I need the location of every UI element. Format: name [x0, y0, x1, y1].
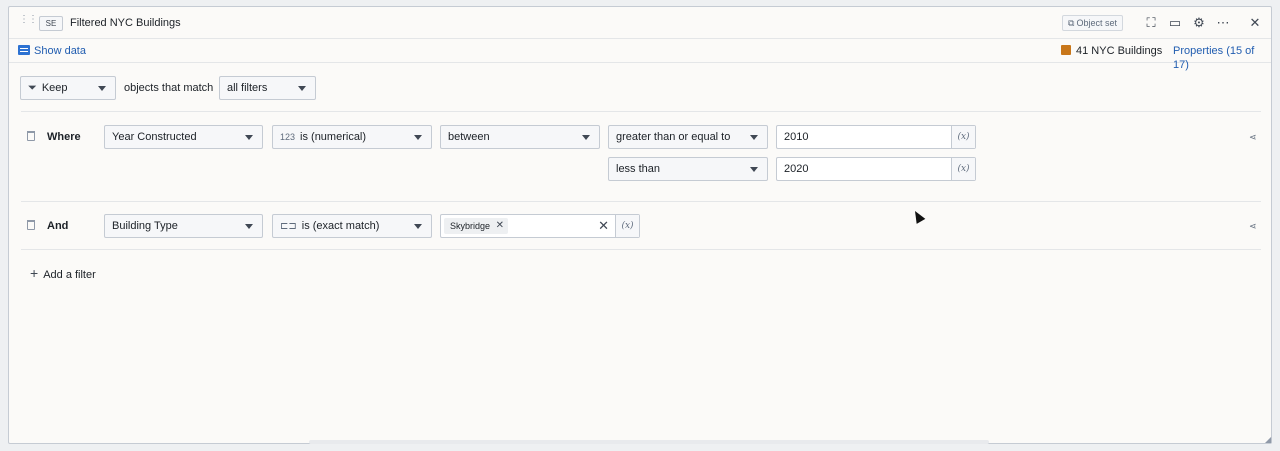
comparator-value: greater than or equal to [616, 131, 731, 143]
chevron-down-icon [582, 135, 590, 140]
variable-button[interactable]: (x) [615, 215, 639, 237]
value-input-text: 2020 [784, 163, 809, 175]
object-type-badge: SE [39, 16, 63, 31]
add-filter-button[interactable]: + Add a filter [30, 266, 96, 282]
filter-options-icon[interactable]: ⋖ [1249, 132, 1261, 142]
property-value: Building Type [112, 220, 178, 232]
filter-funnel-icon: ⏷ [28, 82, 37, 94]
numeric-type-icon: 123 [280, 132, 296, 142]
object-set-label: Object set [1076, 18, 1117, 28]
fullscreen-icon[interactable]: ⛶ [1142, 14, 1160, 32]
mouse-cursor-icon [910, 208, 926, 224]
drag-handle-icon[interactable]: ⋮⋮ [19, 15, 38, 29]
clear-icon[interactable]: ✕ [598, 218, 609, 234]
filter-options-icon[interactable]: ⋖ [1249, 221, 1261, 231]
chevron-down-icon [245, 224, 253, 229]
variable-button[interactable]: (x) [951, 126, 975, 148]
object-set-button[interactable]: ⧉ Object set [1062, 15, 1123, 31]
add-filter-label: Add a filter [43, 269, 96, 281]
filter-type-select[interactable]: ⊏⊐ is (exact match) [272, 214, 432, 238]
show-data-label: Show data [34, 45, 86, 57]
horizontal-scrollbar[interactable] [309, 440, 989, 444]
filter-panel: ⋮⋮ SE Filtered NYC Buildings ⧉ Object set… [8, 6, 1272, 444]
comparator-value: less than [616, 163, 661, 175]
filter-type-select[interactable]: 123 is (numerical) [272, 125, 432, 149]
subbar: Show data 41 NYC Buildings Properties (1… [9, 39, 1271, 71]
close-icon[interactable]: ✕ [1246, 14, 1264, 32]
exact-match-icon: ⊏⊐ [280, 221, 297, 232]
filter-connector: And [47, 220, 69, 232]
property-select[interactable]: Building Type [104, 214, 263, 238]
property-value: Year Constructed [112, 131, 197, 143]
object-set-icon: ⧉ [1068, 18, 1075, 28]
filter-type-value: is (numerical) [300, 131, 367, 143]
resize-handle-icon[interactable]: ◢ [1265, 435, 1271, 444]
divider [21, 111, 1261, 112]
object-count: 41 NYC Buildings [1061, 44, 1162, 58]
property-select[interactable]: Year Constructed [104, 125, 263, 149]
tag-input[interactable]: Skybridge ✕ ✕ (x) [440, 214, 640, 238]
comparator-select[interactable]: less than [608, 157, 768, 181]
value-input-text: 2010 [784, 131, 809, 143]
tag-chip: Skybridge ✕ [444, 218, 509, 234]
object-count-label: 41 NYC Buildings [1076, 45, 1163, 57]
keep-mode-value: Keep [41, 82, 68, 94]
keep-mode-select[interactable]: ⏷ Keep [20, 76, 116, 100]
filter-type-value: is (exact match) [301, 220, 380, 232]
plus-icon: + [30, 265, 39, 281]
chevron-down-icon [98, 86, 106, 91]
divider [21, 249, 1261, 250]
present-icon[interactable]: ▭ [1166, 14, 1184, 32]
remove-tag-icon[interactable]: ✕ [496, 218, 504, 234]
show-data-button[interactable]: Show data [18, 44, 86, 58]
titlebar: ⋮⋮ SE Filtered NYC Buildings ⧉ Object set… [9, 7, 1271, 39]
match-text: objects that match [124, 82, 214, 94]
properties-link[interactable]: Properties (15 of 17) [1173, 44, 1271, 72]
chevron-down-icon [414, 224, 422, 229]
chevron-down-icon [750, 167, 758, 172]
panel-title[interactable]: Filtered NYC Buildings [70, 16, 181, 31]
table-icon [18, 45, 30, 55]
value-input[interactable]: 2020 (x) [776, 157, 976, 181]
delete-filter-icon[interactable] [27, 131, 35, 141]
operator-select[interactable]: between [440, 125, 600, 149]
tag-label: Skybridge [450, 221, 491, 231]
divider [21, 201, 1261, 202]
gear-icon[interactable]: ⚙ [1190, 14, 1208, 32]
variable-button[interactable]: (x) [951, 158, 975, 180]
comparator-select[interactable]: greater than or equal to [608, 125, 768, 149]
chevron-down-icon [298, 86, 306, 91]
filter-connector: Where [47, 131, 81, 143]
delete-filter-icon[interactable] [27, 220, 35, 230]
chevron-down-icon [750, 135, 758, 140]
building-icon [1061, 45, 1071, 55]
match-mode-select[interactable]: all filters [219, 76, 316, 100]
more-icon[interactable]: ⋯ [1214, 14, 1232, 32]
operator-value: between [448, 131, 490, 143]
match-mode-value: all filters [227, 82, 268, 94]
chevron-down-icon [245, 135, 253, 140]
chevron-down-icon [414, 135, 422, 140]
value-input[interactable]: 2010 (x) [776, 125, 976, 149]
